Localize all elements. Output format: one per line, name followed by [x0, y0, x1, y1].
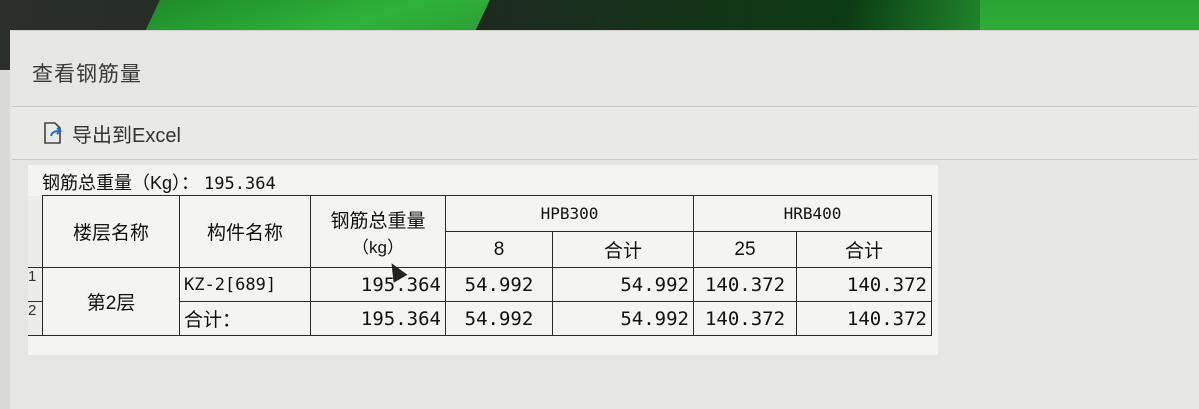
- cell-hrb400-25[interactable]: 140.372: [693, 301, 797, 336]
- column-group-hpb300[interactable]: HPB300: [445, 195, 694, 232]
- column-header-hrb400-25[interactable]: 25: [693, 231, 797, 268]
- cell-hrb400-total[interactable]: 140.372: [796, 301, 932, 336]
- cell-floor[interactable]: 第2层: [42, 267, 180, 336]
- column-group-hrb400[interactable]: HRB400: [693, 195, 932, 232]
- column-header-hrb400-total[interactable]: 合计: [796, 231, 932, 268]
- cell-hrb400-25[interactable]: 140.372: [693, 267, 797, 302]
- export-excel-button[interactable]: 导出到Excel: [42, 119, 181, 147]
- cell-total-weight[interactable]: 195.364: [310, 301, 446, 336]
- export-excel-label: 导出到Excel: [72, 124, 181, 147]
- column-header-total-weight[interactable]: 钢筋总重量 （kg）: [310, 195, 446, 268]
- cell-total-weight[interactable]: 195.364: [310, 267, 446, 302]
- total-weight-value: 195.364: [204, 174, 276, 194]
- column-header-component[interactable]: 构件名称: [179, 195, 311, 268]
- row-number: 2: [28, 301, 43, 336]
- cell-hpb300-8[interactable]: 54.992: [445, 267, 553, 302]
- total-weight-summary: 钢筋总重量（Kg）： 195.364: [42, 169, 276, 195]
- toolbar: 导出到Excel: [12, 106, 1197, 160]
- cell-hpb300-total[interactable]: 54.992: [552, 301, 694, 336]
- dialog-titlebar: 查看钢筋量: [10, 31, 1199, 103]
- column-header-hpb300-8[interactable]: 8: [445, 231, 553, 268]
- cell-component[interactable]: 合计：: [179, 301, 311, 336]
- total-weight-header-line2: （kg）: [352, 237, 404, 257]
- cell-hrb400-total[interactable]: 140.372: [796, 267, 932, 302]
- rebar-quantity-dialog: 查看钢筋量 导出到Excel 钢筋总重量（Kg）： 195.364 楼层名称 构…: [10, 30, 1199, 409]
- row-number-header: [28, 195, 43, 268]
- dialog-title: 查看钢筋量: [32, 63, 142, 86]
- column-header-hpb300-total[interactable]: 合计: [552, 231, 694, 268]
- cell-component[interactable]: KZ-2[689]: [179, 267, 311, 302]
- cell-hpb300-8[interactable]: 54.992: [445, 301, 553, 336]
- column-header-floor[interactable]: 楼层名称: [42, 195, 180, 268]
- total-weight-label: 钢筋总重量（Kg）：: [42, 173, 200, 193]
- cell-hpb300-total[interactable]: 54.992: [552, 267, 694, 302]
- total-weight-header-line1: 钢筋总重量: [330, 210, 426, 232]
- table-row[interactable]: 1 第2层 KZ-2[689] 195.364 54.992 54.992 14…: [28, 267, 932, 336]
- rebar-table-panel: 钢筋总重量（Kg）： 195.364 楼层名称 构件名称 钢筋总重量 （kg） …: [28, 165, 938, 355]
- export-file-icon: [44, 122, 63, 144]
- row-number: 1: [28, 267, 43, 302]
- rebar-table: 楼层名称 构件名称 钢筋总重量 （kg） HPB300 HRB400 8 合计 …: [28, 195, 932, 336]
